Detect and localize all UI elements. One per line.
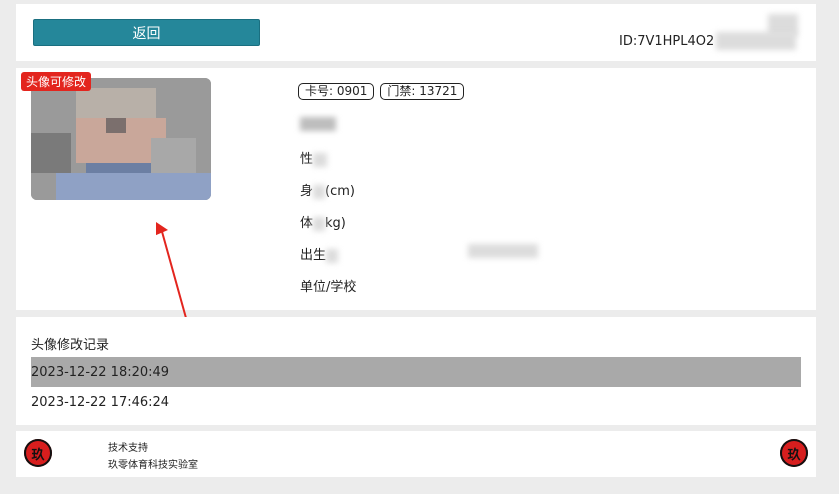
door-number: 门禁: 13721 [380, 83, 465, 100]
redacted-birth [468, 244, 538, 258]
brand-logo-icon: 玖 [780, 439, 808, 467]
history-row[interactable]: 2023-12-22 18:20:49 [31, 357, 801, 387]
avatar[interactable] [31, 78, 211, 200]
gender-field: 性 [300, 148, 328, 167]
back-button[interactable]: 返回 [33, 19, 260, 46]
brand-logo-icon: 玖 [24, 439, 52, 467]
footer: 玖 技术支持 玖零体育科技实验室 玖 [16, 431, 816, 477]
redacted-text [716, 32, 796, 50]
weight-field: 体 kg) [300, 216, 346, 231]
history-row[interactable]: 2023-12-22 17:46:24 [31, 387, 801, 417]
id-chips: 卡号: 0901 门禁: 13721 [298, 83, 465, 100]
top-bar: 返回 ID:7V1HPL4O2 [16, 4, 816, 61]
redacted-name [300, 117, 336, 131]
avatar-history-panel: 头像修改记录 2023-12-22 18:20:49 2023-12-22 17… [16, 317, 816, 425]
lab-name: 玖零体育科技实验室 [108, 460, 198, 471]
birth-field: 出生 [300, 244, 339, 263]
history-title: 头像修改记录 [31, 338, 110, 353]
card-number: 卡号: 0901 [298, 83, 375, 100]
support-label: 技术支持 [108, 443, 148, 454]
device-id: ID:7V1HPL4O2 [619, 34, 715, 49]
profile-panel: 头像可修改 卡号: 0901 门禁: 13721 性 身 (cm) 体 kg) 出生… [16, 68, 816, 319]
avatar-editable-badge: 头像可修改 [21, 72, 92, 91]
red-arrow-icon [156, 222, 187, 319]
school-field: 单位/学校 [300, 280, 357, 295]
height-field: 身 (cm) [300, 184, 355, 199]
